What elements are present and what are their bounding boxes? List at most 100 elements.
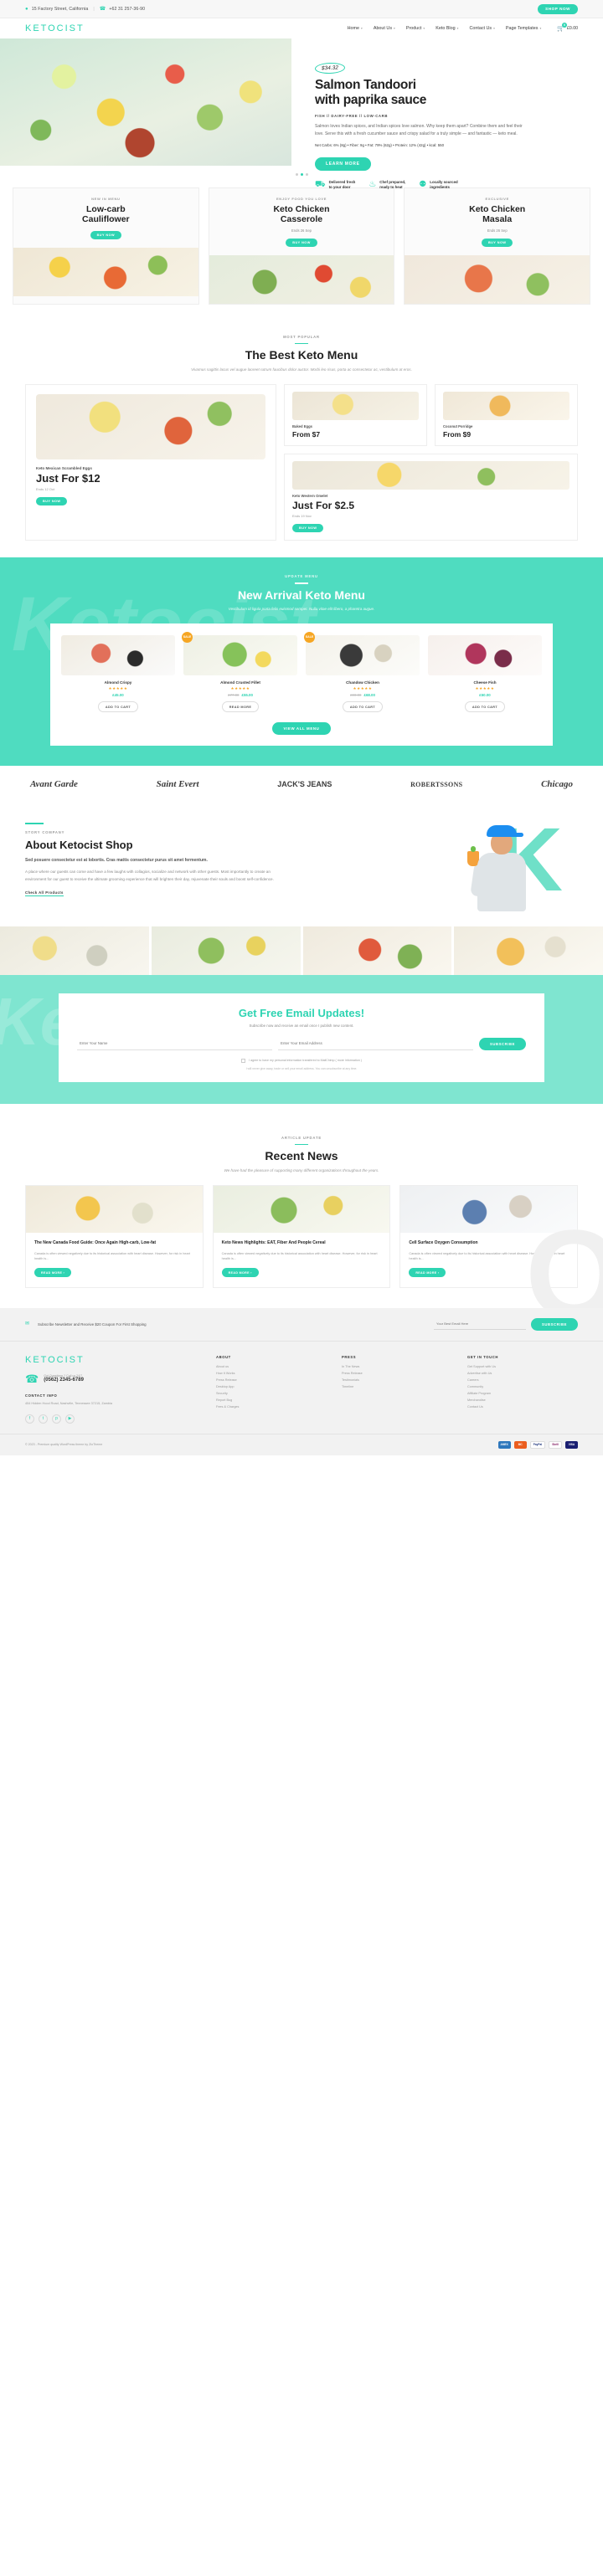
read-more-button[interactable]: READ MORE <box>221 701 260 713</box>
blog-read-more-button[interactable]: READ MORE › <box>221 1268 259 1278</box>
gallery-image-3 <box>302 926 452 976</box>
hero-tags: FISH // DAIRY-FREE // LOW-CARB <box>315 114 389 119</box>
view-all-menu-button[interactable]: VIEW ALL MENU <box>271 722 332 736</box>
product-card-almond-crispy[interactable]: Almond Crispy ★★★★★ £45.00 ADD TO CART <box>61 634 175 713</box>
menu-card-coconut-porridge[interactable]: Coconut Porridge From $9 <box>435 384 578 447</box>
footer-email-input[interactable] <box>434 1318 527 1331</box>
product-card-almond-crusted-fillet[interactable]: SALE Almond Crusted Fillet ★★★★★ £77.00 £… <box>182 631 297 713</box>
newsletter-name-input[interactable] <box>77 1037 273 1051</box>
facebook-icon[interactable]: f <box>25 1414 34 1424</box>
nav-item-contact-us[interactable]: Contact Us ▾ <box>469 26 494 31</box>
footer-link[interactable]: How It Works <box>216 1371 327 1378</box>
hero-title: Salmon Tandoori with paprika sauce <box>315 78 581 108</box>
chevron-down-icon: ▾ <box>423 27 425 30</box>
product-name: Cheese Fish <box>473 680 497 685</box>
nav-item-page-templates[interactable]: Page Templates ▾ <box>506 26 541 31</box>
slider-dot[interactable] <box>295 173 298 176</box>
promo-kicker: ENJOY FOOD YOU LOVE <box>276 197 327 201</box>
newsletter-email-input[interactable] <box>278 1037 474 1051</box>
blog-read-more-button[interactable]: READ MORE › <box>34 1268 72 1278</box>
hero-learn-more-button[interactable]: LEARN MORE <box>315 157 371 171</box>
sale-badge: SALE <box>182 631 193 643</box>
menu-card-image-coconut-porridge <box>443 392 570 421</box>
consent-checkbox[interactable] <box>241 1059 246 1064</box>
menu-side-cards: Baked Eggs From $7 Coconut Porridge From… <box>284 384 578 541</box>
promo-buy-now-button[interactable]: BUY NOW <box>90 230 122 239</box>
section-divider <box>295 342 308 345</box>
blog-read-more-button[interactable]: READ MORE › <box>409 1268 446 1278</box>
product-card-chandow-chicken[interactable]: SALE Chandow Chicken ★★★★★ £90.00 £68.00 … <box>304 631 420 713</box>
footer-column-press: PRESS In The News Press Release Testimon… <box>342 1355 452 1424</box>
footer-link[interactable]: Testimonials <box>342 1378 452 1384</box>
shop-now-button[interactable]: SHOP NOW <box>538 3 578 14</box>
footer-link[interactable]: Press Release <box>216 1378 327 1384</box>
new-arrival-subtitle: Vestibulum id ligula porta felis euismod… <box>228 606 375 611</box>
sale-badge: SALE <box>304 631 315 643</box>
footer-link[interactable]: Report Bug <box>216 1398 327 1404</box>
footer-link[interactable]: Timeline <box>342 1384 452 1391</box>
featured-buy-now-button[interactable]: BUY NOW <box>36 497 68 506</box>
menu-card-baked-eggs[interactable]: Baked Eggs From $7 <box>284 384 427 447</box>
footer-link[interactable]: About us <box>216 1364 327 1371</box>
footer-phone-number[interactable]: (0562) 2345-6789 <box>44 1378 84 1383</box>
nav-item-about-us[interactable]: About Us ▾ <box>374 26 395 31</box>
promo-kicker: EXCLUSIVE <box>485 197 509 201</box>
product-card-cheese-fish[interactable]: Cheese Fish ★★★★★ £50.00 ADD TO CART <box>428 634 542 713</box>
promo-title-line2: Cauliflower <box>82 214 130 225</box>
footer-link[interactable]: Get Support with Us <box>467 1364 578 1371</box>
check-all-products-link[interactable]: Check All Products <box>25 890 64 897</box>
footer-link[interactable]: In The News <box>342 1364 452 1371</box>
section-divider <box>25 823 44 824</box>
promo-card-keto-chicken-masala[interactable]: EXCLUSIVE Keto Chicken Masala Ends 26 Se… <box>404 187 591 305</box>
blog-card-canada-food-guide[interactable]: The New Canada Food Guide: Once Again Hi… <box>25 1185 204 1288</box>
promo-buy-now-button[interactable]: BUY NOW <box>481 238 513 247</box>
nav-item-product[interactable]: Product ▾ <box>406 26 425 31</box>
footer-link[interactable]: Desktop App <box>216 1384 327 1391</box>
promo-buy-now-button[interactable]: BUY NOW <box>286 238 317 247</box>
add-to-cart-button[interactable]: ADD TO CART <box>464 701 506 713</box>
footer-link[interactable]: Affiliate Program <box>467 1391 578 1398</box>
blog-card-keto-news-highlights[interactable]: Keto News Highlights: EAT, Fiber And Peo… <box>212 1185 391 1288</box>
footer-link[interactable]: Contact Us <box>467 1404 578 1411</box>
add-to-cart-button[interactable]: ADD TO CART <box>342 701 384 713</box>
best-menu-title: The Best Keto Menu <box>245 348 358 362</box>
cart-amount: £0.00 <box>567 26 578 31</box>
footer-subscribe-form: SUBSCRIBE <box>434 1317 578 1331</box>
gallery-image-2 <box>151 926 301 976</box>
youtube-icon[interactable]: ▶ <box>65 1414 75 1424</box>
blog-card-cell-surface-oxygen[interactable]: Cell Surface Oxygen Consumption Canada i… <box>399 1185 579 1288</box>
footer-logo[interactable]: KETOCIST <box>25 1355 201 1365</box>
footer-link[interactable]: Careers <box>467 1378 578 1384</box>
footer-link[interactable]: Community <box>467 1384 578 1391</box>
promo-card-keto-chicken-casserole[interactable]: ENJOY FOOD YOU LOVE Keto Chicken Cassero… <box>208 187 395 305</box>
featured-menu-price: Just For $12 <box>36 472 100 485</box>
nav-item-home[interactable]: Home ▾ <box>348 26 363 31</box>
footer-link[interactable]: Security <box>216 1391 327 1398</box>
main-navigation: KETOCIST Home ▾ About Us ▾ Product ▾ Ket… <box>0 18 603 38</box>
add-to-cart-button[interactable]: ADD TO CART <box>97 701 139 713</box>
footer-bottom-bar: © 2023 - Premium quality WordPress theme… <box>0 1433 603 1455</box>
footer-link[interactable]: Fees & Charges <box>216 1404 327 1411</box>
footer-brand-column: KETOCIST ☎ Got Questions ? Call us 24/7 … <box>25 1355 201 1424</box>
promo-image-cauliflower <box>13 247 198 296</box>
feature-line2: to your door <box>328 185 351 190</box>
slider-dot-active[interactable] <box>300 173 303 176</box>
pinterest-icon[interactable]: p <box>52 1414 61 1424</box>
site-logo[interactable]: KETOCIST <box>25 23 85 33</box>
promo-card-low-carb-cauliflower[interactable]: NEW IN MENU Low-carb Cauliflower BUY NOW <box>13 187 199 305</box>
featured-menu-card[interactable]: Keto Mexican Scrambled Eggs Just For $12… <box>25 384 276 541</box>
footer-subscribe-button[interactable]: SUBSCRIBE <box>531 1317 578 1331</box>
twitter-icon[interactable]: t <box>39 1414 48 1424</box>
nav-item-keto-blog[interactable]: Keto Blog ▾ <box>436 26 458 31</box>
footer-link[interactable]: Advertise with Us <box>467 1371 578 1378</box>
footer-link[interactable]: Press Release <box>342 1371 452 1378</box>
cart-button[interactable]: 🛒 0 £0.00 <box>557 23 578 32</box>
recent-news-header: ARTICLE UPDATE Recent News We have had t… <box>0 1121 603 1175</box>
footer-link[interactable]: Merchandise <box>467 1398 578 1404</box>
feature-line1: Chef prepared, <box>379 179 406 184</box>
menu-card-keto-western-omelet[interactable]: Keto Western Omelet Just For $2.5 Ends 1… <box>284 454 578 541</box>
slider-dot[interactable] <box>305 173 308 176</box>
menu-card-buy-now-button[interactable]: BUY NOW <box>292 524 324 533</box>
newsletter-subscribe-button[interactable]: SUBSCRIBE <box>479 1037 526 1050</box>
blog-image-3 <box>400 1186 578 1234</box>
